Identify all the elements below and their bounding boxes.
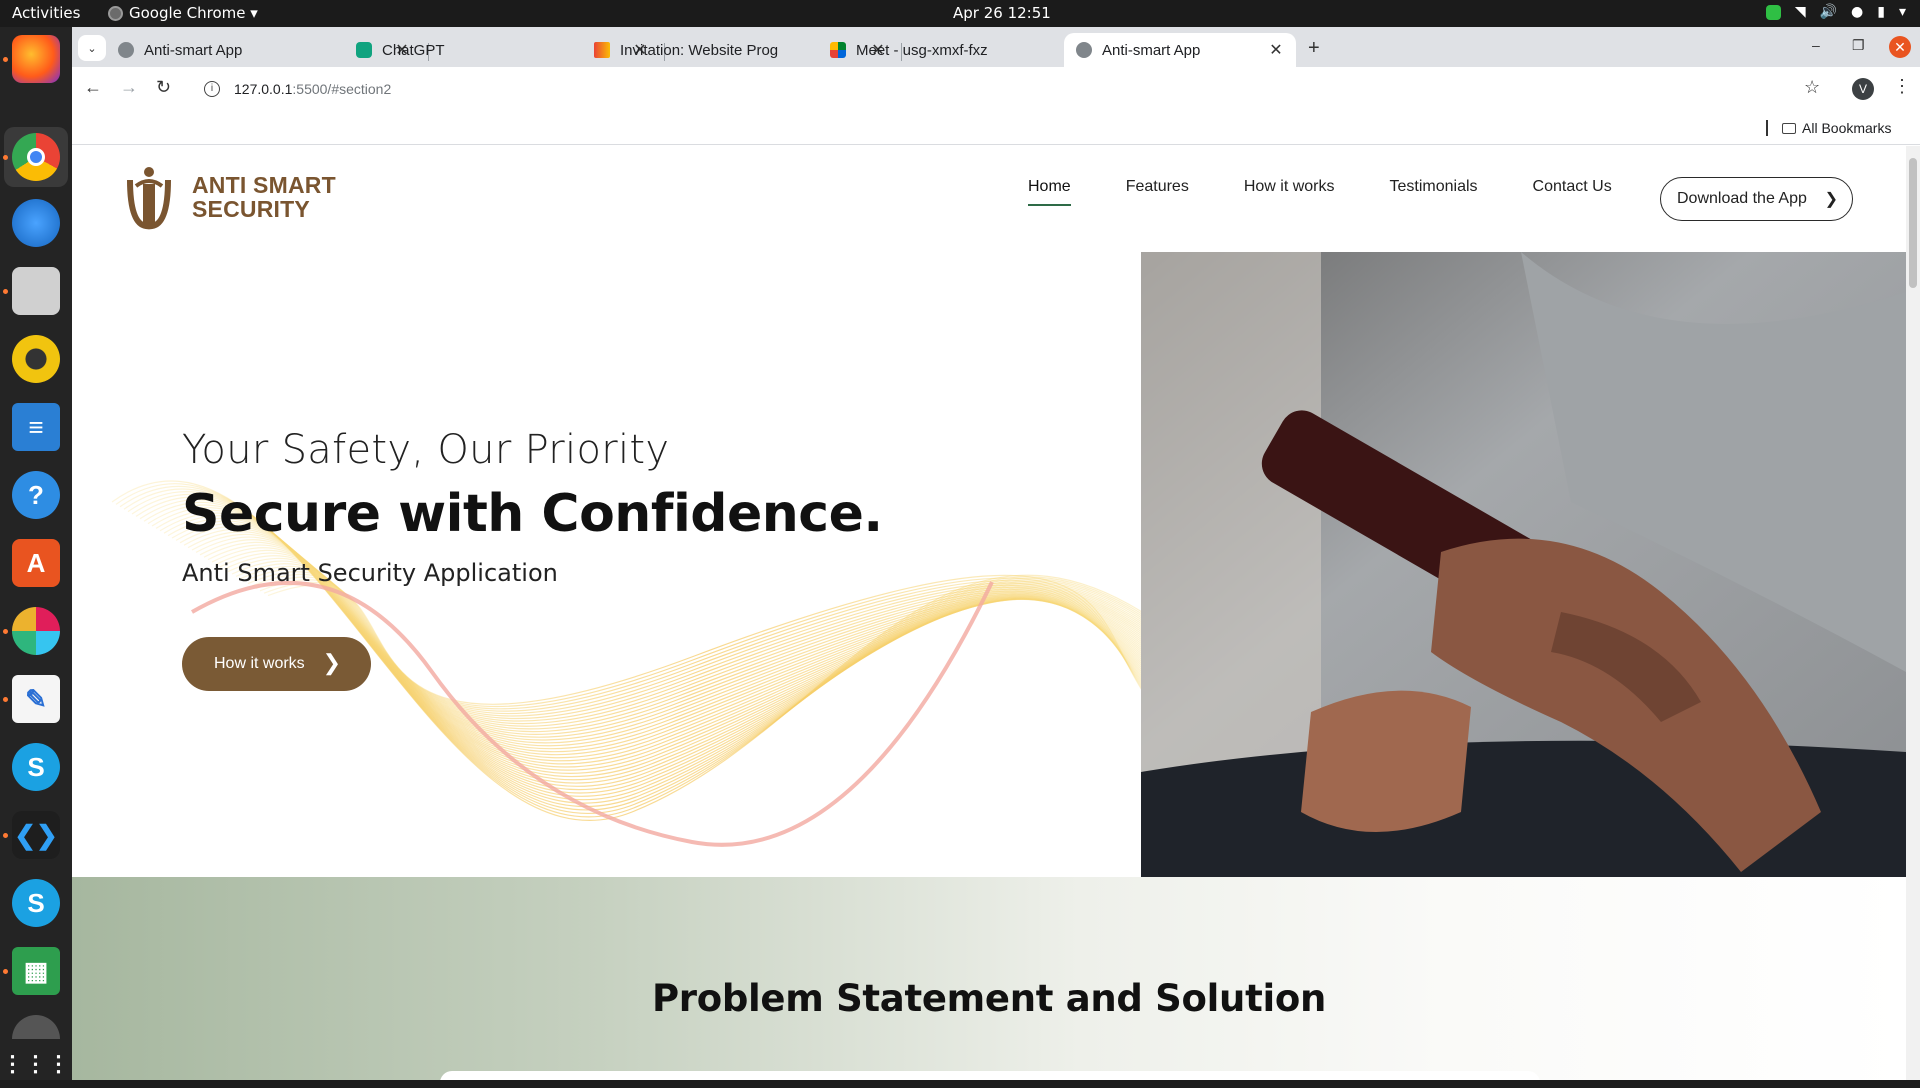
- bookmarks-separator: [1766, 120, 1768, 136]
- running-indicator: [3, 289, 8, 294]
- chevron-right-icon: ❯: [1824, 191, 1838, 208]
- tab-anti-smart-app-active[interactable]: Anti-smart App ✕: [1064, 33, 1296, 67]
- main-nav: Home Features How it works Testimonials …: [1028, 178, 1612, 206]
- site-header: ANTI SMART SECURITY Home Features How it…: [72, 146, 1906, 252]
- minimize-button[interactable]: –: [1812, 37, 1820, 53]
- scrollbar-thumb[interactable]: [1909, 158, 1917, 288]
- volume-icon: 🔊: [1819, 4, 1838, 20]
- bookmarks-bar: All Bookmarks: [72, 111, 1920, 145]
- running-indicator: [3, 57, 8, 62]
- new-tab-button[interactable]: +: [1308, 37, 1320, 60]
- files-icon[interactable]: [12, 267, 60, 315]
- download-app-label: Download the App: [1677, 190, 1807, 207]
- app-menu[interactable]: Google Chrome ▾: [108, 4, 258, 22]
- show-apps-icon[interactable]: ⋮⋮⋮: [2, 1040, 70, 1088]
- hero-description: Anti Smart Security Application: [182, 559, 558, 587]
- rhythmbox-icon[interactable]: [12, 335, 60, 383]
- app-menu-label: Google Chrome ▾: [129, 4, 258, 22]
- logo-line2: SECURITY: [192, 196, 310, 222]
- nav-testimonials[interactable]: Testimonials: [1390, 178, 1478, 206]
- chevron-down-icon: ▾: [1898, 4, 1906, 20]
- microphone-icon: ●: [1851, 4, 1864, 20]
- thunderbird-icon[interactable]: [12, 199, 60, 247]
- hero-subtitle: Your Safety, Our Priority: [182, 427, 670, 473]
- gmail-icon: [594, 42, 610, 58]
- tab-strip: ⌄ Anti-smart App ✕ ChatGPT ✕ Invitation:…: [72, 27, 1920, 67]
- running-indicator: [3, 969, 8, 974]
- globe-icon: [1076, 42, 1092, 58]
- browser-window: ⌄ Anti-smart App ✕ ChatGPT ✕ Invitation:…: [72, 27, 1920, 1080]
- page-viewport: ANTI SMART SECURITY Home Features How it…: [72, 146, 1920, 1080]
- hero-title: Secure with Confidence.: [182, 484, 883, 544]
- libreoffice-writer-icon[interactable]: ≡: [12, 403, 60, 451]
- app-center-icon[interactable]: A: [12, 539, 60, 587]
- help-icon[interactable]: ?: [12, 471, 60, 519]
- globe-icon: [118, 42, 134, 58]
- skype-icon[interactable]: S: [12, 879, 60, 927]
- hero-photo: [1141, 252, 1906, 877]
- clock[interactable]: Apr 26 12:51: [953, 4, 1051, 22]
- url-path: :5500/#section2: [292, 81, 392, 97]
- text-editor-icon[interactable]: ✎: [12, 675, 60, 723]
- wifi-icon: ◥: [1794, 4, 1806, 20]
- skype-icon[interactable]: S: [12, 743, 60, 791]
- nav-how-it-works[interactable]: How it works: [1244, 178, 1335, 206]
- tab-title: Anti-smart App: [1102, 41, 1201, 59]
- nav-features[interactable]: Features: [1126, 178, 1189, 206]
- libreoffice-calc-icon[interactable]: ▦: [12, 947, 60, 995]
- problem-section: Problem Statement and Solution: [72, 877, 1906, 1080]
- logo-text: ANTI SMART SECURITY: [192, 173, 336, 221]
- window-close-button[interactable]: ✕: [1889, 36, 1911, 58]
- hero-section: Your Safety, Our Priority Secure with Co…: [72, 252, 1906, 877]
- close-icon[interactable]: ✕: [1268, 40, 1284, 60]
- back-button[interactable]: ←: [84, 77, 102, 98]
- running-indicator: [3, 155, 8, 160]
- running-indicator: [3, 629, 8, 634]
- chevron-down-icon: ⌄: [87, 42, 97, 55]
- site-logo[interactable]: ANTI SMART SECURITY: [122, 164, 336, 230]
- browser-toolbar: ← → ↻ i 127.0.0.1:5500/#section2 ☆ V ⋮: [72, 67, 1920, 111]
- chrome-icon[interactable]: [12, 133, 60, 181]
- activities-button[interactable]: Activities: [12, 4, 80, 22]
- how-it-works-button[interactable]: How it works ❯: [182, 637, 371, 691]
- site-info-icon[interactable]: i: [204, 81, 220, 97]
- firefox-icon[interactable]: [12, 35, 60, 83]
- person-with-phone-image: [1141, 252, 1906, 877]
- disks-icon[interactable]: [12, 1015, 60, 1039]
- battery-icon: ▮: [1877, 4, 1885, 20]
- download-app-button[interactable]: Download the App ❯: [1660, 177, 1853, 221]
- vscode-icon[interactable]: ❮❯: [12, 811, 60, 859]
- chatgpt-icon: [356, 42, 372, 58]
- forward-button[interactable]: →: [120, 77, 138, 98]
- problem-card: [440, 1071, 1540, 1080]
- all-bookmarks-button[interactable]: All Bookmarks: [1782, 120, 1891, 136]
- page-scrollbar[interactable]: [1906, 146, 1920, 1080]
- bookmark-star-icon[interactable]: ☆: [1804, 77, 1820, 98]
- chrome-icon: [108, 5, 123, 21]
- tab-search-button[interactable]: ⌄: [78, 35, 106, 61]
- dock: ≡ ? A ✎ S ❮❯ S ▦ ⋮⋮⋮: [0, 27, 72, 1080]
- how-it-works-label: How it works: [214, 655, 305, 672]
- problem-title: Problem Statement and Solution: [651, 977, 1327, 1020]
- reload-button[interactable]: ↻: [156, 77, 171, 98]
- maximize-button[interactable]: ❐: [1852, 37, 1865, 54]
- running-indicator: [3, 833, 8, 838]
- update-indicator-icon[interactable]: [1765, 4, 1781, 20]
- chevron-right-icon: ❯: [322, 650, 341, 675]
- logo-mark-icon: [127, 167, 171, 230]
- system-top-bar: Activities Google Chrome ▾ Apr 26 12:51 …: [0, 0, 1920, 27]
- nav-home[interactable]: Home: [1028, 178, 1071, 206]
- running-indicator: [3, 697, 8, 702]
- system-tray[interactable]: ◥ 🔊 ● ▮ ▾: [1765, 4, 1906, 20]
- address-bar[interactable]: i 127.0.0.1:5500/#section2: [192, 73, 1872, 105]
- logo-line1: ANTI SMART: [192, 172, 336, 198]
- url-host: 127.0.0.1: [234, 81, 293, 97]
- meet-icon: [830, 42, 846, 58]
- more-menu-icon[interactable]: ⋮: [1893, 76, 1911, 97]
- profile-avatar[interactable]: V: [1852, 78, 1874, 100]
- all-bookmarks-label: All Bookmarks: [1802, 120, 1892, 136]
- slack-icon[interactable]: [12, 607, 60, 655]
- nav-contact-us[interactable]: Contact Us: [1533, 178, 1612, 206]
- folder-icon: [1782, 122, 1796, 134]
